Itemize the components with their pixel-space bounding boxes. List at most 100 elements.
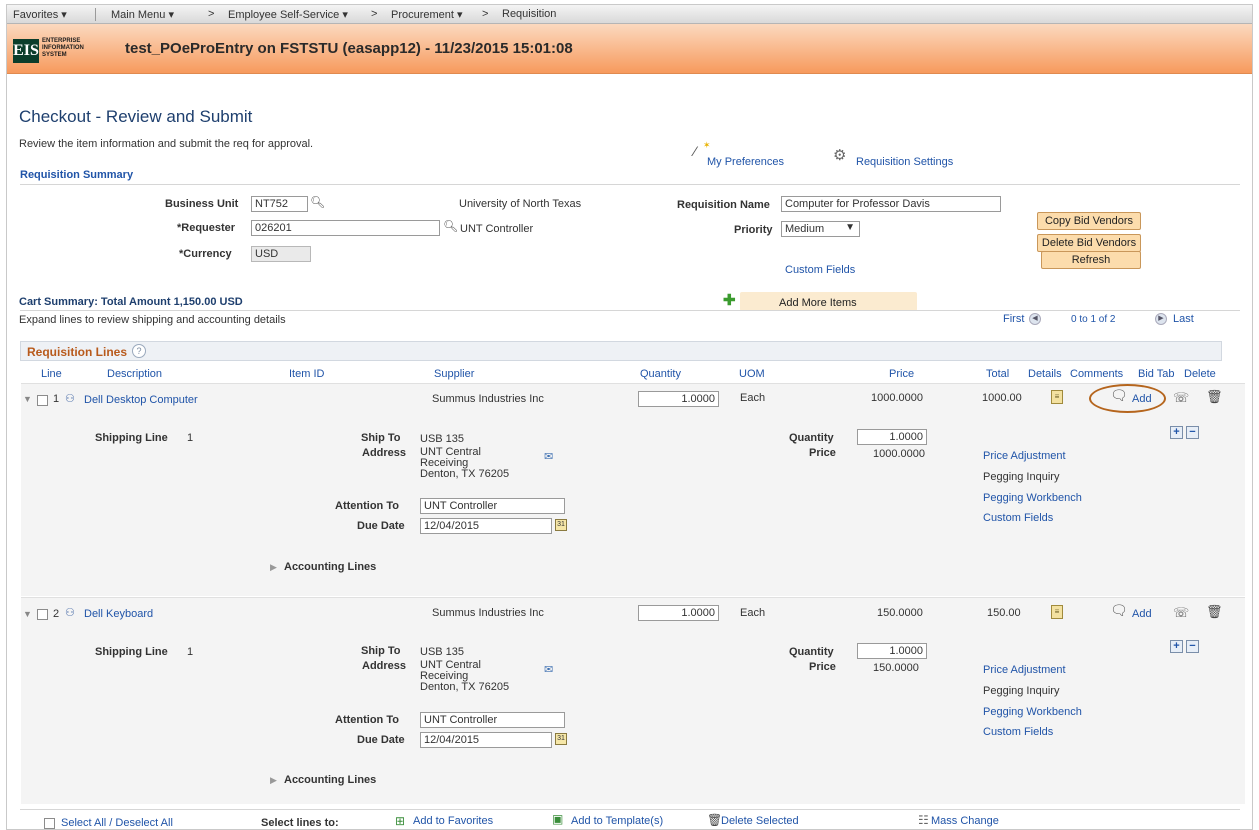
trash-icon[interactable]: 🗑︎ <box>1206 389 1223 405</box>
requisition-name-input[interactable]: Computer for Professor Davis <box>781 196 1001 212</box>
lookup-icon[interactable]: 🔍︎ <box>310 195 325 209</box>
business-unit-input[interactable]: NT752 <box>251 196 308 212</box>
select-all-link[interactable]: Select All / Deselect All <box>61 817 173 829</box>
pegging-workbench-link[interactable]: Pegging Workbench <box>983 492 1082 504</box>
add-to-favorites-link[interactable]: Add to Favorites <box>413 815 493 827</box>
line-quantity-input[interactable]: 1.0000 <box>638 391 719 407</box>
template-icon: ▣ <box>552 812 564 826</box>
my-preferences-link[interactable]: My Preferences <box>707 156 784 168</box>
line-description-link[interactable]: Dell Desktop Computer <box>84 394 198 406</box>
line-quantity-input[interactable]: 1.0000 <box>638 605 719 621</box>
schedule-quantity-input[interactable]: 1.0000 <box>857 429 927 445</box>
attention-label: Attention To <box>335 714 399 726</box>
line-description-link[interactable]: Dell Keyboard <box>84 608 153 620</box>
add-more-items-link[interactable]: Add More Items <box>779 297 857 309</box>
attention-label: Attention To <box>335 500 399 512</box>
address-icon[interactable]: ✉ <box>544 450 553 463</box>
gear-icon: ⚙ <box>833 147 847 164</box>
line-price: 1000.0000 <box>871 392 923 404</box>
price-adjustment-link[interactable]: Price Adjustment <box>983 450 1066 462</box>
copy-bid-vendors-button[interactable]: Copy Bid Vendors <box>1037 212 1141 230</box>
select-all-checkbox[interactable] <box>44 818 55 829</box>
main-menu[interactable]: Main Menu ▾ <box>111 8 174 21</box>
favorites-menu[interactable]: Favorites ▾ <box>13 8 67 21</box>
highlight-ring <box>1089 384 1166 413</box>
breadcrumb-requisition[interactable]: Requisition <box>502 8 556 20</box>
comment-icon[interactable]: 🗨︎ <box>1110 602 1128 619</box>
mass-change-link[interactable]: Mass Change <box>931 815 999 827</box>
col-price: Price <box>889 368 915 380</box>
cart-summary-total: Cart Summary: Total Amount 1,150.00 USD <box>19 296 243 308</box>
col-total: Total <box>986 368 1010 380</box>
calendar-icon[interactable]: 31 <box>555 519 567 531</box>
currency-label: *Currency <box>179 248 232 260</box>
collapse-arrow-icon[interactable]: ▼ <box>23 394 32 404</box>
add-favorites-icon: ⊞ <box>395 814 406 828</box>
previous-icon[interactable]: ◀ <box>1029 313 1041 325</box>
last-link[interactable]: Last <box>1173 313 1194 325</box>
delete-row-icon[interactable]: − <box>1186 640 1199 653</box>
item-details-icon[interactable]: ⚇ <box>65 606 75 619</box>
requisition-settings-link[interactable]: Requisition Settings <box>856 156 953 168</box>
delete-row-icon[interactable]: − <box>1186 426 1199 439</box>
shipping-line-number: 1 <box>187 646 194 658</box>
bid-tab-icon[interactable]: ☏ <box>1173 390 1189 406</box>
breadcrumb-separator: > <box>371 8 378 20</box>
delete-selected-link[interactable]: Delete Selected <box>721 815 799 827</box>
first-link[interactable]: First <box>1003 313 1024 325</box>
breadcrumb-ess[interactable]: Employee Self-Service ▾ <box>228 8 348 21</box>
address-line: Denton, TX 76205 <box>420 681 510 693</box>
accounting-lines-toggle[interactable]: Accounting Lines <box>284 561 376 573</box>
item-details-icon[interactable]: ⚇ <box>65 392 75 405</box>
add-row-icon[interactable]: + <box>1170 640 1183 653</box>
add-row-icon[interactable]: + <box>1170 426 1183 439</box>
lookup-icon[interactable]: 🔍︎ <box>443 219 458 233</box>
requester-input[interactable]: 026201 <box>251 220 440 236</box>
breadcrumb-procurement[interactable]: Procurement ▾ <box>391 8 463 21</box>
logo-line: ENTERPRISE <box>42 38 81 44</box>
due-date-input[interactable]: 12/04/2015 <box>420 518 552 534</box>
expand-arrow-icon[interactable]: ▶ <box>270 775 277 786</box>
schedule-price-label: Price <box>809 661 836 673</box>
help-icon[interactable]: ? <box>132 344 146 358</box>
attention-input[interactable]: UNT Controller <box>420 498 565 514</box>
trash-icon[interactable]: 🗑︎ <box>1206 604 1223 620</box>
divider <box>20 184 1240 185</box>
line-checkbox[interactable] <box>37 395 48 406</box>
custom-fields-link[interactable]: Custom Fields <box>785 264 855 276</box>
attention-input[interactable]: UNT Controller <box>420 712 565 728</box>
accounting-lines-toggle[interactable]: Accounting Lines <box>284 774 376 786</box>
address-icon[interactable]: ✉ <box>544 663 553 676</box>
col-description: Description <box>107 368 163 380</box>
divider <box>20 310 1240 311</box>
priority-value: Medium <box>785 223 825 235</box>
breadcrumb-separator: > <box>208 8 215 20</box>
add-comment-link[interactable]: Add <box>1132 608 1152 620</box>
priority-select[interactable]: Medium ▼ <box>781 221 860 237</box>
col-supplier: Supplier <box>434 368 475 380</box>
requester-description: UNT Controller <box>460 223 534 235</box>
custom-fields-link[interactable]: Custom Fields <box>983 726 1053 738</box>
details-icon[interactable]: ≡ <box>1051 605 1063 619</box>
expand-arrow-icon[interactable]: ▶ <box>270 562 277 573</box>
calendar-icon[interactable]: 31 <box>555 733 567 745</box>
price-adjustment-link[interactable]: Price Adjustment <box>983 664 1066 676</box>
row-range: 0 to 1 of 2 <box>1071 314 1116 325</box>
custom-fields-link[interactable]: Custom Fields <box>983 512 1053 524</box>
delete-bid-vendors-button[interactable]: Delete Bid Vendors <box>1037 234 1141 252</box>
sparkle-icon: ✶ <box>703 140 711 150</box>
collapse-arrow-icon[interactable]: ▼ <box>23 609 32 619</box>
line-uom: Each <box>740 392 766 404</box>
due-date-input[interactable]: 12/04/2015 <box>420 732 552 748</box>
next-icon[interactable]: ▶ <box>1155 313 1167 325</box>
details-icon[interactable]: ≡ <box>1051 390 1063 404</box>
bid-tab-icon[interactable]: ☏ <box>1173 605 1189 621</box>
refresh-button[interactable]: Refresh <box>1041 251 1141 269</box>
pegging-workbench-link[interactable]: Pegging Workbench <box>983 706 1082 718</box>
line-checkbox[interactable] <box>37 609 48 620</box>
schedule-quantity-input[interactable]: 1.0000 <box>857 643 927 659</box>
chevron-down-icon: ▼ <box>845 222 855 233</box>
requisition-name-label: Requisition Name <box>677 199 770 211</box>
add-to-template-link[interactable]: Add to Template(s) <box>571 815 663 827</box>
ship-to-value: USB 135 <box>420 646 465 658</box>
